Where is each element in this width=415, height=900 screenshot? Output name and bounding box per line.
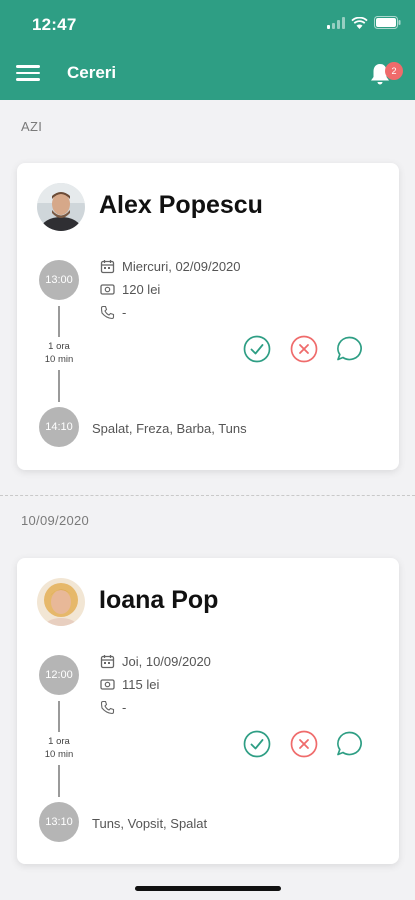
duration-label: 1 ora 10 min [35, 735, 83, 761]
phone-text: - [122, 304, 127, 320]
timeline-line [58, 765, 60, 797]
start-time-badge: 13:00 [39, 260, 79, 300]
reject-button[interactable] [290, 335, 318, 363]
services-text: Spalat, Freza, Barba, Tuns [92, 421, 247, 436]
x-circle-icon [290, 335, 318, 363]
phone-icon [100, 305, 115, 319]
timeline-line [58, 370, 60, 402]
message-button[interactable] [335, 335, 363, 363]
app-bar: Cereri 2 [0, 48, 415, 100]
date-row: Miercuri, 02/09/2020 [100, 257, 241, 275]
start-time-badge: 12:00 [39, 655, 79, 695]
duration-minutes: 10 min [44, 354, 74, 365]
accept-button[interactable] [243, 335, 271, 363]
date-text: Miercuri, 02/09/2020 [122, 258, 241, 274]
section-divider [0, 495, 415, 496]
page-title: Cereri [67, 63, 117, 82]
section-label-date: 10/09/2020 [21, 513, 90, 528]
money-icon [100, 678, 115, 690]
signal-icon [327, 16, 345, 29]
calendar-icon [100, 259, 115, 273]
phone-row: - [100, 698, 126, 716]
status-bar: 12:47 [0, 0, 415, 48]
price-row: 115 lei [100, 675, 159, 693]
end-time-badge: 13:10 [39, 802, 79, 842]
duration-hours: 1 ora [48, 341, 70, 352]
status-time: 12:47 [32, 15, 77, 34]
duration-hours: 1 ora [48, 736, 70, 747]
status-icons [327, 16, 401, 29]
notifications-button[interactable]: 2 [369, 58, 403, 90]
message-button[interactable] [335, 730, 363, 758]
chat-bubble-icon [337, 731, 362, 756]
timeline-line [58, 701, 60, 732]
check-circle-icon [243, 335, 271, 363]
phone-row: - [100, 303, 126, 321]
client-avatar [37, 578, 85, 626]
client-avatar [37, 183, 85, 231]
price-text: 120 lei [122, 281, 161, 297]
date-row: Joi, 10/09/2020 [100, 652, 211, 670]
date-text: Joi, 10/09/2020 [122, 653, 211, 669]
menu-icon[interactable] [16, 61, 42, 85]
section-label-today: AZI [21, 119, 43, 134]
duration-minutes: 10 min [44, 749, 74, 760]
request-card[interactable]: Alex Popescu 13:00 1 ora 10 min 14:10 Mi… [17, 163, 399, 470]
accept-button[interactable] [243, 730, 271, 758]
chat-bubble-icon [337, 336, 362, 361]
duration-label: 1 ora 10 min [35, 340, 83, 366]
end-time-badge: 14:10 [39, 407, 79, 447]
wifi-icon [351, 16, 368, 29]
x-circle-icon [290, 730, 318, 758]
phone-text: - [122, 699, 127, 715]
battery-icon [374, 16, 401, 29]
money-icon [100, 283, 115, 295]
request-card[interactable]: Ioana Pop 12:00 1 ora 10 min 13:10 Joi, … [17, 558, 399, 864]
home-indicator[interactable] [135, 886, 281, 891]
price-row: 120 lei [100, 280, 160, 298]
notification-badge: 2 [385, 62, 403, 80]
price-text: 115 lei [122, 676, 160, 692]
services-text: Tuns, Vopsit, Spalat [92, 816, 208, 831]
reject-button[interactable] [290, 730, 318, 758]
client-name: Alex Popescu [99, 191, 263, 219]
phone-icon [100, 700, 115, 714]
client-name: Ioana Pop [99, 586, 219, 614]
timeline-line [58, 306, 60, 337]
calendar-icon [100, 654, 115, 668]
check-circle-icon [243, 730, 271, 758]
